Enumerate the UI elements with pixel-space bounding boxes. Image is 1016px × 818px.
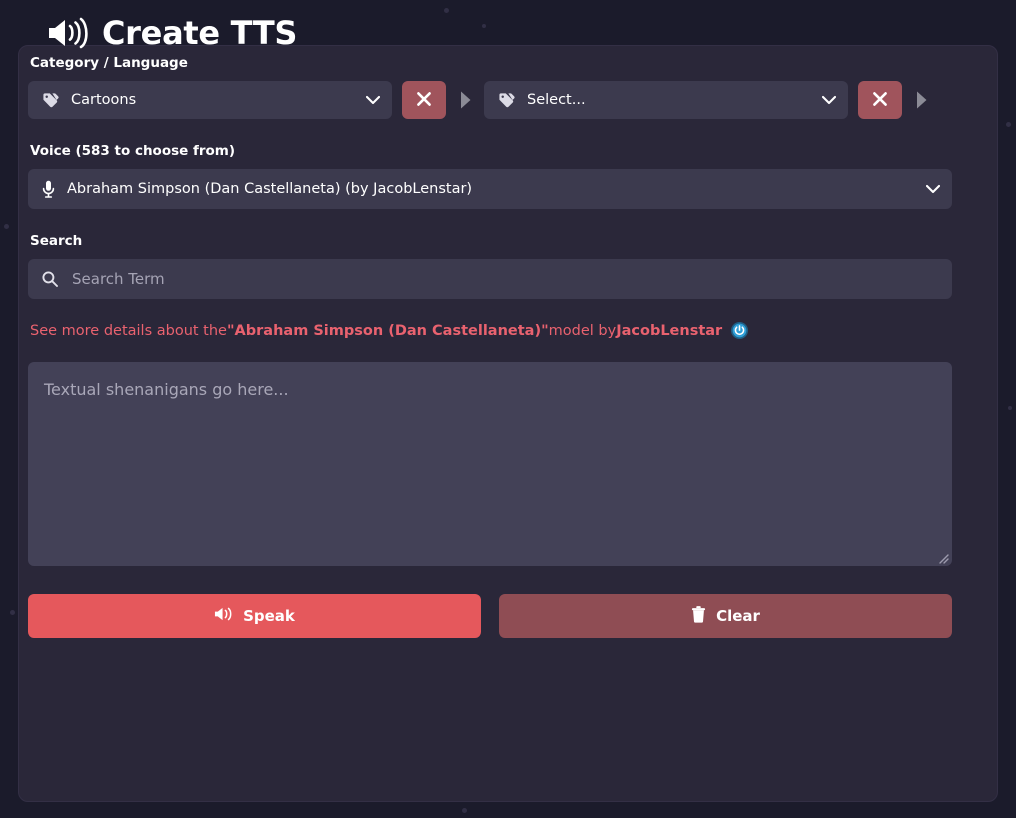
clear-button-label: Clear [716,607,760,625]
voice-label: Voice (583 to choose from) [30,143,236,159]
decorative-dot [462,808,467,813]
category-select[interactable]: Cartoons [28,81,392,119]
tts-form: Category / Language Cartoons Select... V… [28,55,952,638]
details-quote-close: " [541,322,549,339]
decorative-dot [482,24,486,28]
volume-up-icon [214,606,233,626]
tts-text-area-wrap [28,362,952,566]
speak-button[interactable]: Speak [28,594,481,638]
action-buttons: Speak Clear [28,594,952,638]
model-details-link[interactable]: See more details about the " Abraham Sim… [30,321,952,340]
category-label: Category / Language [30,55,188,71]
search-field[interactable] [28,259,952,299]
language-select[interactable]: Select... [484,81,848,119]
language-clear-button[interactable] [858,81,902,119]
volume-up-icon [46,17,88,49]
power-badge-icon[interactable] [730,321,749,340]
close-x-icon [872,91,888,110]
tts-text-input[interactable] [28,362,952,566]
chevron-down-icon [366,95,380,105]
chevron-down-icon [926,184,940,194]
category-clear-button[interactable] [402,81,446,119]
page-title-text: Create TTS [102,14,298,52]
clear-button[interactable]: Clear [499,594,952,638]
tag-icon [498,92,515,109]
details-quote-open: " [226,322,235,339]
tag-icon [42,92,59,109]
close-x-icon [416,91,432,110]
details-middle: model by [548,322,617,339]
category-row: Cartoons Select... [28,81,952,119]
details-author: JacobLenstar [616,322,723,339]
trash-icon [691,605,706,627]
decorative-dot [10,610,15,615]
search-label: Search [30,233,83,249]
app-root: Create TTS Category / Language Cartoons [0,0,1016,818]
caret-right-icon [908,90,934,110]
page-title: Create TTS [46,14,297,52]
caret-right-icon [452,90,478,110]
details-prefix: See more details about the [30,322,227,339]
search-input[interactable] [70,269,938,289]
voice-select-value: Abraham Simpson (Dan Castellaneta) (by J… [67,181,473,197]
decorative-dot [4,224,9,229]
decorative-dot [444,8,449,13]
voice-select[interactable]: Abraham Simpson (Dan Castellaneta) (by J… [28,169,952,209]
chevron-down-icon [822,95,836,105]
category-select-value: Cartoons [71,92,137,108]
search-icon [42,271,58,287]
language-select-value: Select... [527,92,586,108]
speak-button-label: Speak [243,607,295,625]
decorative-dot [1008,406,1012,410]
details-model-name: Abraham Simpson (Dan Castellaneta) [234,322,542,339]
decorative-dot [1006,122,1011,127]
microphone-icon [42,180,55,199]
